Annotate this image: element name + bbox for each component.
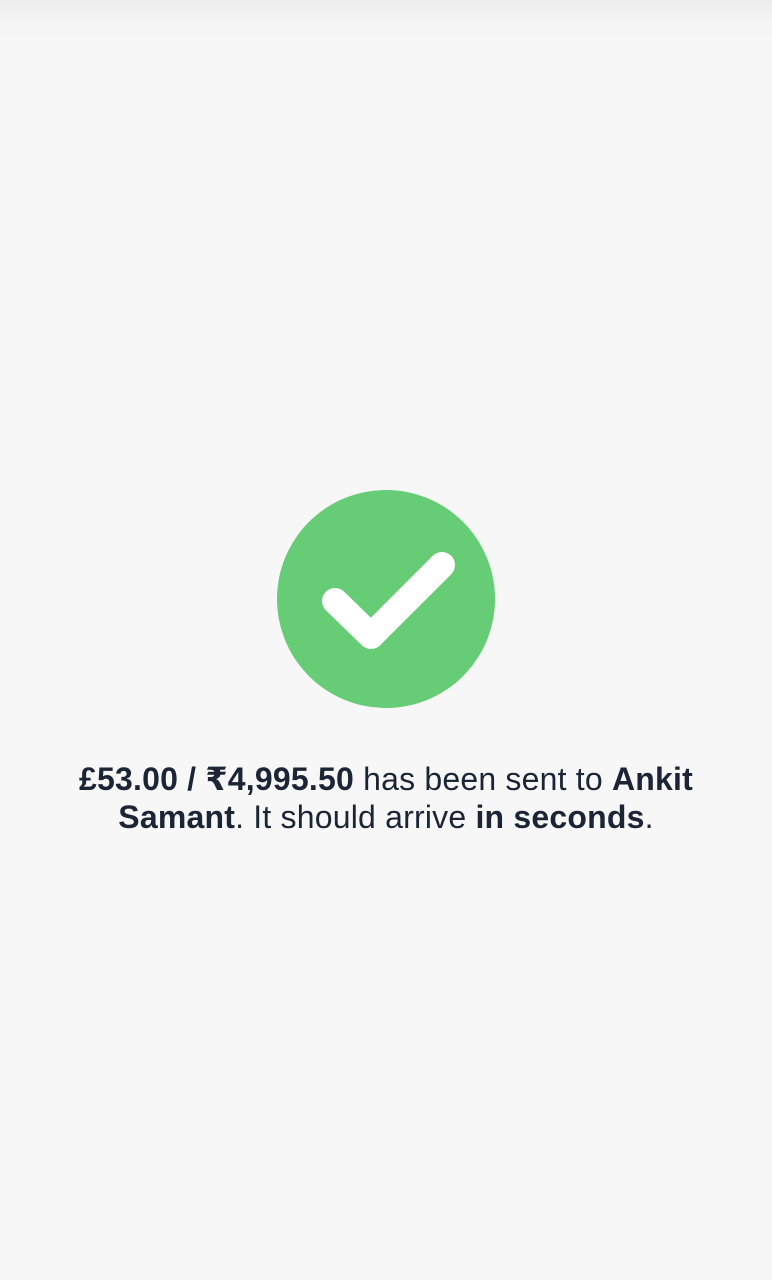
message-text-end: . xyxy=(644,799,654,835)
message-text-sent: has been sent to xyxy=(353,761,612,797)
arrival-timing: in seconds xyxy=(475,799,645,835)
message-text-arrive: . It should arrive xyxy=(235,799,476,835)
confirmation-message: £53.00 / ₹4,995.50 has been sent to Anki… xyxy=(40,760,732,836)
transfer-amount: £53.00 / ₹4,995.50 xyxy=(79,761,354,797)
top-header-bar xyxy=(0,0,772,40)
check-circle-icon xyxy=(277,490,495,708)
